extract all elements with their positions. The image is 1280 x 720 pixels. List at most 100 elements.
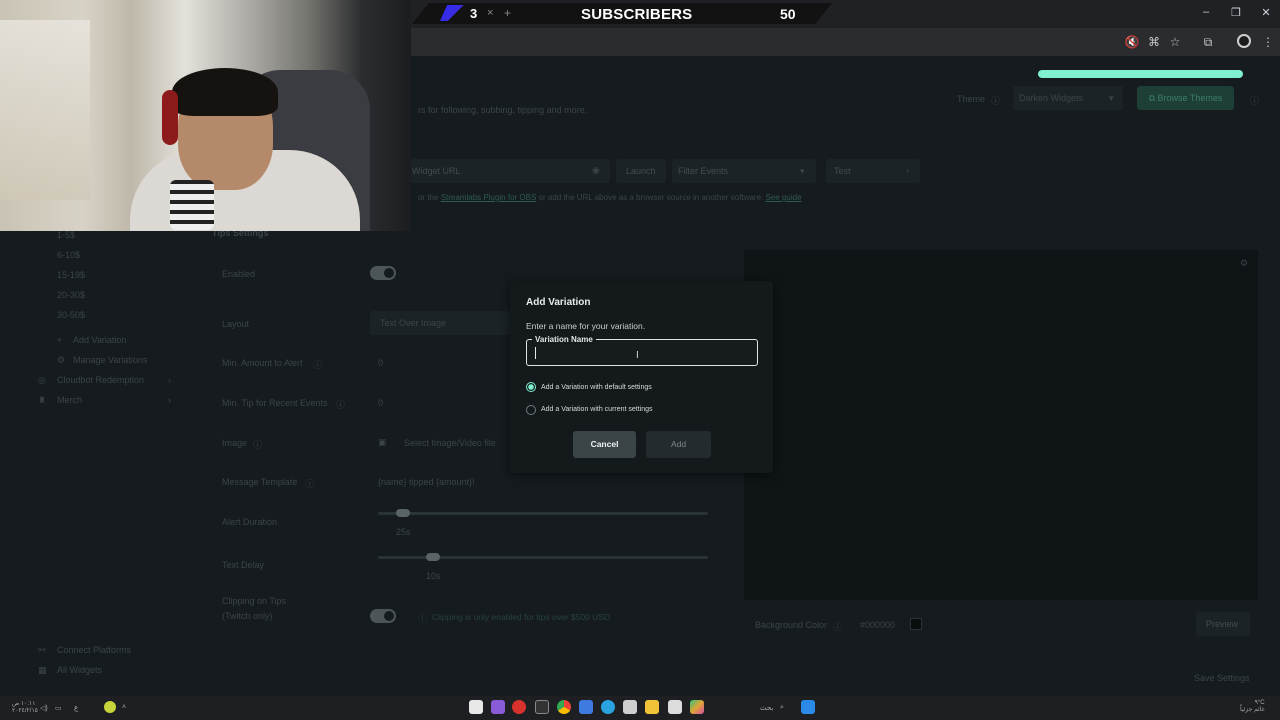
star-icon[interactable]: ☆ <box>1167 35 1183 49</box>
gear-icon: ⚙ <box>57 355 66 365</box>
chevron-up-icon[interactable]: ˄ <box>122 704 126 711</box>
restore-icon[interactable]: ❐ <box>1226 6 1246 19</box>
sidebar-item-1-5[interactable]: 1-5$ <box>57 230 75 240</box>
filter-events-label: Filter Events <box>678 166 729 176</box>
variation-name-input[interactable] <box>535 347 751 359</box>
loading-bar <box>1038 70 1243 78</box>
translate-icon[interactable]: ⌘ <box>1146 35 1162 49</box>
radio-current-settings-label[interactable]: Add a Variation with current settings <box>541 406 653 413</box>
minimize-icon[interactable]: – <box>1196 6 1216 18</box>
browse-themes-button[interactable]: ⧉ Browse Themes <box>1137 86 1234 110</box>
info-icon: ⓘ <box>418 614 428 624</box>
info-icon: ⓘ <box>991 96 1001 106</box>
text-cursor-icon: I <box>636 350 639 361</box>
image-select-button[interactable]: Select Image/Video file <box>404 438 496 448</box>
store-icon[interactable] <box>623 700 637 714</box>
text-delay-handle[interactable] <box>426 553 440 561</box>
webcam-hair <box>172 68 278 116</box>
extensions-icon[interactable]: ⧉ <box>1200 35 1216 50</box>
info-icon: ⓘ <box>833 622 843 632</box>
app-icon-widgets[interactable] <box>668 700 682 714</box>
enabled-label: Enabled <box>222 269 256 279</box>
launch-label: Launch <box>626 166 656 176</box>
enabled-toggle[interactable] <box>370 266 396 280</box>
tray-app-icon[interactable] <box>104 701 116 713</box>
edge-icon[interactable] <box>601 700 615 714</box>
mute-icon[interactable]: 🔇 <box>1124 35 1140 49</box>
widgets-icon: ▦ <box>38 665 47 675</box>
widget-url-field[interactable]: Widget URL ◉ <box>410 159 610 183</box>
language-indicator[interactable]: ع <box>74 704 78 712</box>
browse-themes-label: Browse Themes <box>1157 93 1223 103</box>
volume-icon[interactable]: ◁) <box>40 704 48 712</box>
min-tip-input[interactable]: 0 <box>378 398 383 408</box>
subscriber-goal-label: SUBSCRIBERS <box>581 6 693 23</box>
search-label[interactable]: بحث <box>760 704 773 712</box>
help-suffix: or add the URL above as a browser source… <box>538 193 764 202</box>
preview-button[interactable]: Preview <box>1196 612 1250 636</box>
weather-widget[interactable]: ٩°C غائم جزئياً <box>1240 700 1265 714</box>
chevron-right-icon: › <box>906 165 909 175</box>
alert-duration-slider[interactable] <box>378 512 708 515</box>
alert-duration-handle[interactable] <box>396 509 410 517</box>
theme-select-value: Darken Widgets <box>1019 93 1084 103</box>
radio-default-settings-label[interactable]: Add a Variation with default settings <box>541 384 652 391</box>
windows-taskbar <box>0 696 1280 720</box>
clipping-toggle[interactable] <box>370 609 396 623</box>
app-icon-terminal[interactable] <box>535 700 549 714</box>
test-button[interactable]: Test › <box>826 159 920 183</box>
radio-default-settings[interactable] <box>526 382 536 392</box>
info-icon: ⓘ <box>336 400 346 410</box>
info-icon: ⓘ <box>305 479 315 489</box>
add-button[interactable]: Add <box>646 431 711 458</box>
app-icon-notes[interactable] <box>469 700 483 714</box>
weather-desc: غائم جزئياً <box>1240 707 1265 713</box>
connect-icon: ⚯ <box>38 645 46 655</box>
connect-platforms-link[interactable]: Connect Platforms <box>57 645 131 655</box>
sidebar-item-20-30[interactable]: 20-30$ <box>57 290 85 300</box>
color-swatch[interactable] <box>910 618 922 630</box>
menu-icon[interactable]: ⋮ <box>1260 35 1276 49</box>
app-icon-vscode[interactable] <box>579 700 593 714</box>
background-color-value[interactable]: #000000 <box>860 620 895 630</box>
taskbar-time: ١٠:١١ ص <box>12 701 36 707</box>
cancel-button[interactable]: Cancel <box>573 431 636 458</box>
file-explorer-icon[interactable] <box>645 700 659 714</box>
merch-icon: ♜ <box>38 395 47 405</box>
profile-icon[interactable] <box>1237 34 1251 48</box>
gear-icon[interactable]: ⚙ <box>1240 258 1248 269</box>
app-icon-obs[interactable] <box>512 700 526 714</box>
close-icon[interactable]: ✕ <box>1256 6 1276 19</box>
manage-variations-link[interactable]: Manage Variations <box>73 355 147 365</box>
sidebar-item-6-10[interactable]: 6-10$ <box>57 250 80 260</box>
plus-icon: + <box>504 6 512 20</box>
eye-icon[interactable]: ◉ <box>592 165 600 176</box>
chrome-icon[interactable] <box>557 700 571 714</box>
layout-select[interactable]: Text Over Image <box>370 311 510 335</box>
obs-plugin-link[interactable]: Streamlabs Plugin for OBS <box>441 193 537 202</box>
image-file-icon: ▣ <box>378 437 387 447</box>
app-icon-photos[interactable] <box>690 700 704 714</box>
sidebar-item-15-19[interactable]: 15-19$ <box>57 270 85 280</box>
windows-start-icon[interactable] <box>801 700 815 714</box>
see-guide-link[interactable]: See guide <box>766 193 802 202</box>
radio-current-settings[interactable] <box>526 405 536 415</box>
app-icon-discord[interactable] <box>491 700 505 714</box>
network-icon[interactable]: ▭ <box>55 704 62 712</box>
save-settings-button[interactable]: Save Settings <box>1194 673 1250 683</box>
launch-button[interactable]: Launch <box>616 159 666 183</box>
theme-select[interactable]: Darken Widgets ▾ <box>1013 86 1123 110</box>
sidebar-item-cloudbot[interactable]: Cloudbot Redemption <box>57 375 144 385</box>
add-variation-link[interactable]: Add Variation <box>73 335 126 345</box>
filter-events-select[interactable]: Filter Events ▾ <box>672 159 816 183</box>
all-widgets-link[interactable]: All Widgets <box>57 665 102 675</box>
message-template-input[interactable]: {name} tipped {amount}! <box>378 477 475 487</box>
layout-value: Text Over Image <box>380 318 447 328</box>
min-amount-input[interactable]: 0 <box>378 358 383 368</box>
search-icon[interactable]: ⌕ <box>780 704 784 712</box>
taskbar-clock: ١٠:١١ ص ٢٠٢٤/٢/١٥ <box>12 701 38 715</box>
help-icon[interactable]: ⓘ <box>1250 94 1259 107</box>
sidebar-item-30-50[interactable]: 30-50$ <box>57 310 85 320</box>
info-icon: ⓘ <box>313 360 323 370</box>
sidebar-item-merch[interactable]: Merch <box>57 395 82 405</box>
